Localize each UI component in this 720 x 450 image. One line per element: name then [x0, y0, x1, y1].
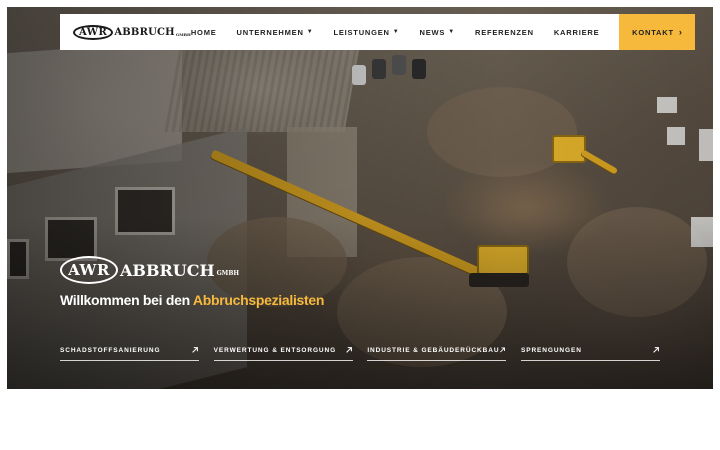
hero-overlay: [7, 7, 713, 389]
service-link-label: INDUSTRIE & GEBÄUDERÜCKBAU: [367, 346, 500, 354]
caret-down-icon: ▼: [392, 29, 400, 35]
service-link-verwertung-entsorgung[interactable]: VERWERTUNG & ENTSORGUNG: [213, 346, 353, 361]
nav-item-news[interactable]: NEWS ▼: [420, 28, 455, 37]
logo-wordmark: ABBRUCH: [114, 26, 175, 38]
nav-item-label: LEISTUNGEN: [333, 27, 390, 37]
hero-logo: AWR ABBRUCH GMBH: [60, 256, 239, 284]
nav-item-label: UNTERNEHMEN: [236, 27, 304, 37]
arrow-up-right-icon: [345, 347, 352, 353]
hero-section: [7, 7, 713, 389]
contact-button[interactable]: KONTAKT ›: [619, 14, 696, 50]
nav-item-label: KARRIERE: [553, 27, 600, 37]
nav-item-label: NEWS: [419, 27, 446, 37]
service-link-label: VERWERTUNG & ENTSORGUNG: [213, 346, 337, 354]
service-links: SCHADSTOFFSANIERUNG VERWERTUNG & ENTSORG…: [60, 346, 660, 361]
nav-item-leistungen[interactable]: LEISTUNGEN ▼: [333, 28, 399, 37]
nav-item-label: HOME: [190, 27, 217, 37]
arrow-up-right-icon: [653, 347, 659, 353]
headline-accent-text: Abbruchspezialisten: [192, 292, 325, 308]
nav-item-unternehmen[interactable]: UNTERNEHMEN ▼: [237, 28, 314, 37]
arrow-up-right-icon: [500, 347, 506, 353]
arrow-up-right-icon: [192, 347, 198, 353]
nav-item-referenzen[interactable]: REFERENZEN: [475, 28, 534, 37]
nav-item-home[interactable]: HOME: [191, 28, 217, 37]
hero-logo-suffix: GMBH: [216, 269, 240, 277]
logo-suffix: GMBH: [175, 31, 191, 37]
service-link-industrie-gebaeuderueckbau[interactable]: INDUSTRIE & GEBÄUDERÜCKBAU: [367, 346, 507, 361]
site-logo[interactable]: AWR ABBRUCH GMBH: [73, 14, 191, 50]
logo-mark: AWR: [73, 24, 114, 40]
nav-item-label: REFERENZEN: [474, 27, 534, 37]
nav-item-karriere[interactable]: KARRIERE: [554, 28, 600, 37]
top-navigation: AWR ABBRUCH GMBH HOME UNTERNEHMEN ▼ LEIST…: [60, 14, 696, 50]
contact-button-label: KONTAKT: [632, 27, 674, 37]
service-link-label: SPRENGUNGEN: [520, 346, 582, 354]
service-link-label: SCHADSTOFFSANIERUNG: [60, 346, 161, 354]
chevron-right-icon: ›: [678, 27, 683, 37]
caret-down-icon: ▼: [448, 29, 455, 35]
hero-logo-mark: AWR: [60, 256, 118, 284]
service-link-schadstoffsanierung[interactable]: SCHADSTOFFSANIERUNG: [60, 346, 199, 361]
caret-down-icon: ▼: [306, 29, 314, 35]
hero-logo-wordmark: ABBRUCH: [120, 260, 215, 280]
service-link-sprengungen[interactable]: SPRENGUNGEN: [520, 346, 660, 361]
hero-headline: Willkommen bei den Abbruchspezialisten: [60, 292, 324, 308]
nav-menu: HOME UNTERNEHMEN ▼ LEISTUNGEN ▼ NEWS ▼ REFE…: [191, 14, 696, 50]
headline-text: Willkommen bei den: [60, 292, 193, 308]
